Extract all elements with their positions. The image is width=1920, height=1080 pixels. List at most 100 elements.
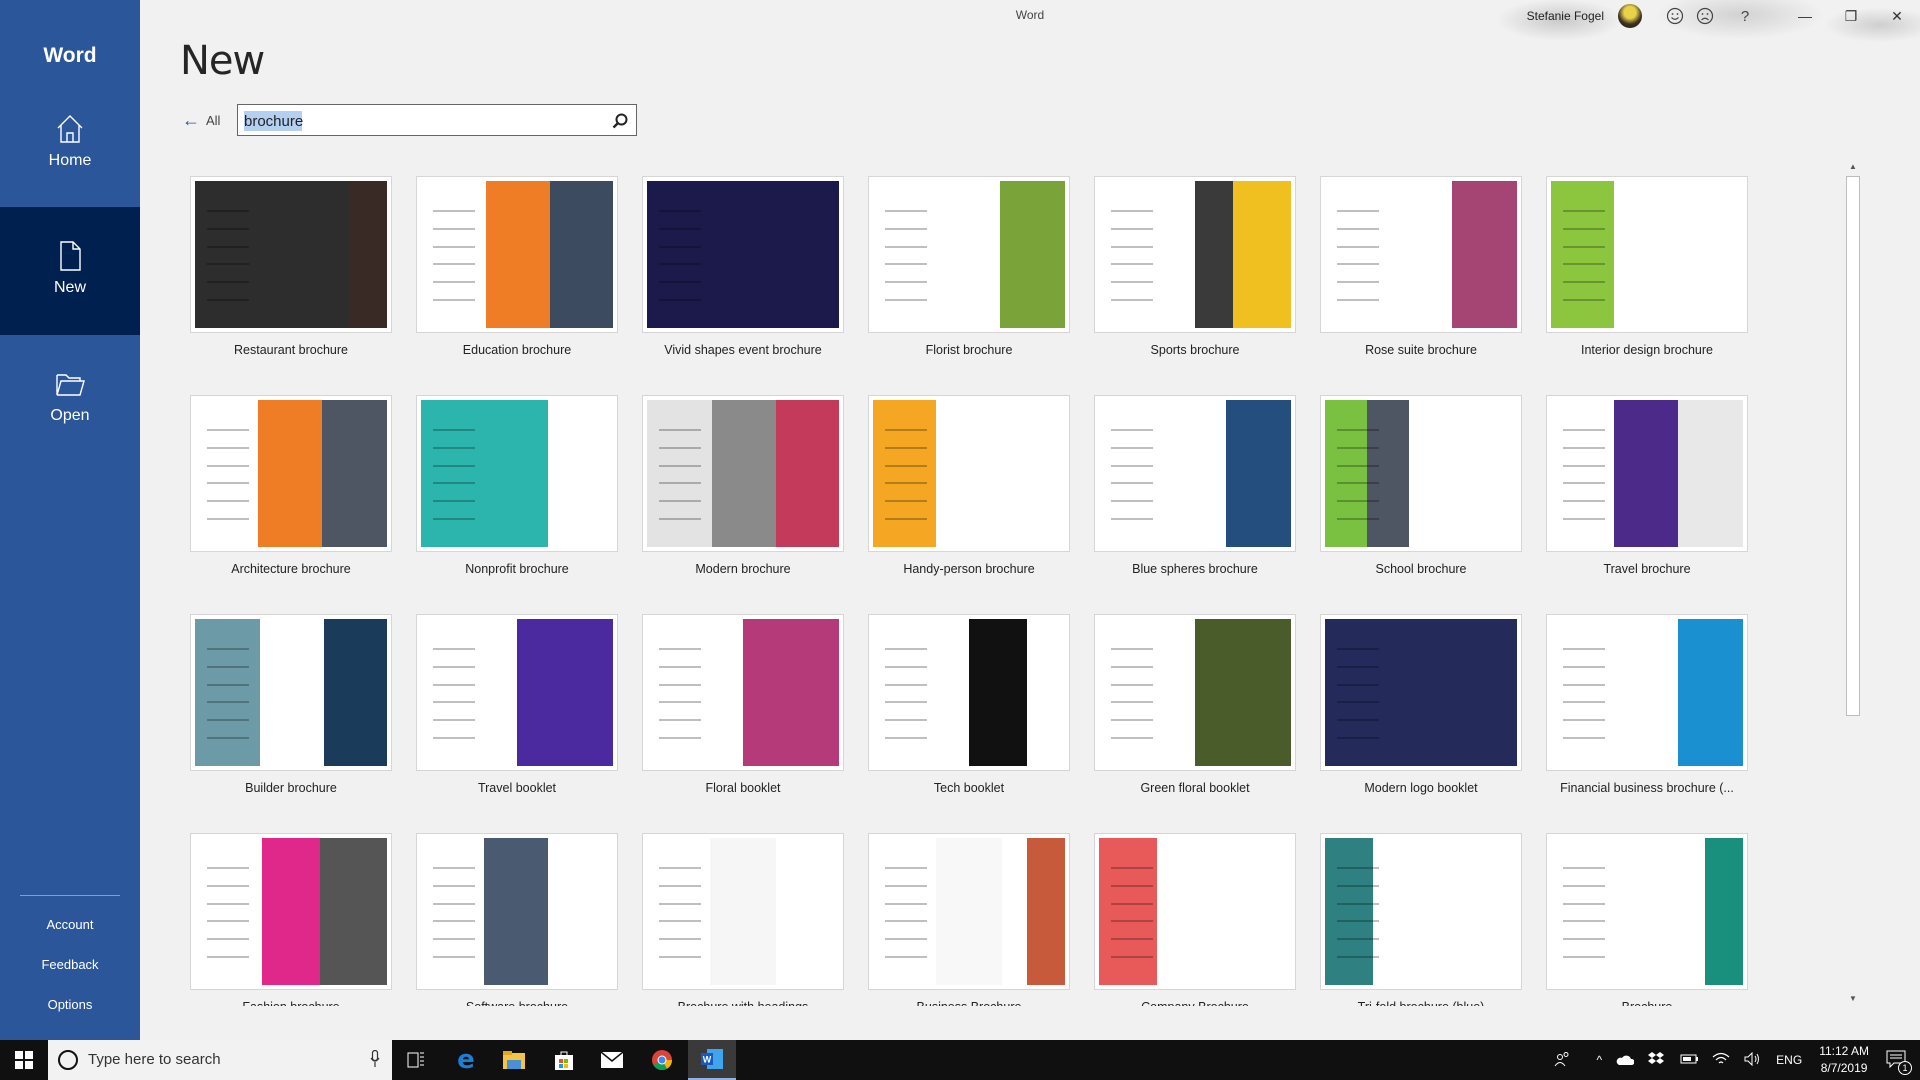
word-taskbar-icon[interactable]: W <box>688 1040 736 1080</box>
template-thumbnail[interactable] <box>642 395 844 552</box>
vertical-scrollbar[interactable]: ▲ ▼ <box>1845 160 1861 1006</box>
search-icon[interactable] <box>610 111 630 131</box>
template-thumbnail[interactable] <box>868 614 1070 771</box>
template-thumbnail[interactable] <box>1320 395 1522 552</box>
template-thumbnail[interactable] <box>868 395 1070 552</box>
template-search-box[interactable] <box>237 104 637 136</box>
template-thumbnail[interactable] <box>1320 833 1522 990</box>
template-thumbnail[interactable] <box>416 833 618 990</box>
user-name[interactable]: Stefanie Fogel <box>1527 9 1604 23</box>
store-icon[interactable] <box>540 1040 588 1080</box>
thumbnail-text-line <box>432 648 475 651</box>
template-thumbnail[interactable] <box>1546 614 1748 771</box>
restore-button[interactable]: ❐ <box>1828 0 1874 32</box>
template-thumbnail[interactable] <box>190 395 392 552</box>
action-center-icon[interactable]: 1 <box>1886 1050 1912 1075</box>
template-card[interactable]: Interior design brochure <box>1546 176 1748 386</box>
template-card[interactable]: Brochure <box>1546 833 1748 1006</box>
template-thumbnail[interactable] <box>1094 833 1296 990</box>
scroll-down-arrow-icon[interactable]: ▼ <box>1845 992 1861 1006</box>
template-card[interactable]: Vivid shapes event brochure <box>642 176 844 386</box>
template-card[interactable]: Financial business brochure (... <box>1546 614 1748 824</box>
template-card[interactable]: Travel booklet <box>416 614 618 824</box>
template-card[interactable]: Floral booklet <box>642 614 844 824</box>
show-hidden-icons-icon[interactable]: ^ <box>1597 1053 1603 1067</box>
microphone-icon[interactable] <box>370 1050 380 1068</box>
template-card[interactable]: Travel brochure <box>1546 395 1748 605</box>
template-card[interactable]: Software brochure <box>416 833 618 1006</box>
task-view-icon[interactable] <box>392 1040 440 1080</box>
edge-browser-icon[interactable]: e <box>442 1040 490 1080</box>
template-card[interactable]: Green floral booklet <box>1094 614 1296 824</box>
template-thumbnail[interactable] <box>190 176 392 333</box>
sidebar-link-feedback[interactable]: Feedback <box>0 957 140 972</box>
template-card[interactable]: Brochure with headings <box>642 833 844 1006</box>
template-card[interactable]: Business Brochure <box>868 833 1070 1006</box>
template-thumbnail[interactable] <box>642 176 844 333</box>
template-thumbnail[interactable] <box>416 176 618 333</box>
start-button[interactable] <box>0 1040 48 1080</box>
sidebar-link-account[interactable]: Account <box>0 917 140 932</box>
template-card[interactable]: Builder brochure <box>190 614 392 824</box>
template-search-input[interactable] <box>244 110 604 132</box>
sidebar-item-home[interactable]: Home <box>0 80 140 208</box>
help-icon[interactable]: ? <box>1730 0 1760 32</box>
template-card[interactable]: Company Brochure <box>1094 833 1296 1006</box>
template-card[interactable]: Florist brochure <box>868 176 1070 386</box>
clock[interactable]: 11:12 AM 8/7/2019 <box>1819 1043 1869 1077</box>
template-thumbnail[interactable] <box>1546 395 1748 552</box>
input-language[interactable]: ENG <box>1776 1053 1802 1067</box>
dropbox-icon[interactable] <box>1648 1051 1665 1069</box>
template-card[interactable]: Restaurant brochure <box>190 176 392 386</box>
avatar[interactable] <box>1618 4 1642 28</box>
close-button[interactable]: ✕ <box>1874 0 1920 32</box>
minimize-button[interactable]: — <box>1782 0 1828 32</box>
people-icon[interactable] <box>1554 1051 1572 1070</box>
backstage-sidebar: Word Home New Open Account Feedback Opti… <box>0 0 140 1040</box>
template-thumbnail[interactable] <box>1094 614 1296 771</box>
wifi-icon[interactable] <box>1712 1052 1730 1069</box>
volume-icon[interactable] <box>1744 1051 1762 1069</box>
frown-feedback-icon[interactable] <box>1690 0 1720 32</box>
template-card[interactable]: Education brochure <box>416 176 618 386</box>
template-card[interactable]: Sports brochure <box>1094 176 1296 386</box>
template-card[interactable]: School brochure <box>1320 395 1522 605</box>
template-card[interactable]: Fashion brochure <box>190 833 392 1006</box>
template-thumbnail[interactable] <box>1320 614 1522 771</box>
template-thumbnail[interactable] <box>1094 176 1296 333</box>
scrollbar-thumb[interactable] <box>1846 176 1860 716</box>
sidebar-item-new[interactable]: New <box>0 207 140 335</box>
template-thumbnail[interactable] <box>868 833 1070 990</box>
template-card[interactable]: Blue spheres brochure <box>1094 395 1296 605</box>
sidebar-item-open[interactable]: Open <box>0 335 140 463</box>
template-thumbnail[interactable] <box>1546 176 1748 333</box>
scroll-up-arrow-icon[interactable]: ▲ <box>1845 160 1861 174</box>
mail-icon[interactable] <box>588 1040 636 1080</box>
smile-feedback-icon[interactable] <box>1660 0 1690 32</box>
battery-icon[interactable] <box>1678 1053 1699 1068</box>
template-thumbnail[interactable] <box>1094 395 1296 552</box>
template-thumbnail[interactable] <box>416 395 618 552</box>
template-thumbnail[interactable] <box>1320 176 1522 333</box>
back-to-all-button[interactable]: ← All <box>182 110 220 131</box>
template-card[interactable]: Handy-person brochure <box>868 395 1070 605</box>
template-card[interactable]: Modern brochure <box>642 395 844 605</box>
template-card[interactable]: Tri-fold brochure (blue) <box>1320 833 1522 1006</box>
template-thumbnail[interactable] <box>642 833 844 990</box>
template-card[interactable]: Modern logo booklet <box>1320 614 1522 824</box>
template-thumbnail[interactable] <box>190 614 392 771</box>
template-card[interactable]: Nonprofit brochure <box>416 395 618 605</box>
template-card[interactable]: Tech booklet <box>868 614 1070 824</box>
sidebar-link-options[interactable]: Options <box>0 997 140 1012</box>
taskbar-search-box[interactable]: Type here to search <box>48 1040 392 1080</box>
onedrive-icon[interactable] <box>1616 1053 1635 1068</box>
chrome-icon[interactable] <box>638 1040 686 1080</box>
template-thumbnail[interactable] <box>1546 833 1748 990</box>
template-card[interactable]: Architecture brochure <box>190 395 392 605</box>
template-thumbnail[interactable] <box>642 614 844 771</box>
template-thumbnail[interactable] <box>190 833 392 990</box>
template-thumbnail[interactable] <box>868 176 1070 333</box>
template-thumbnail[interactable] <box>416 614 618 771</box>
file-explorer-icon[interactable] <box>490 1040 538 1080</box>
template-card[interactable]: Rose suite brochure <box>1320 176 1522 386</box>
